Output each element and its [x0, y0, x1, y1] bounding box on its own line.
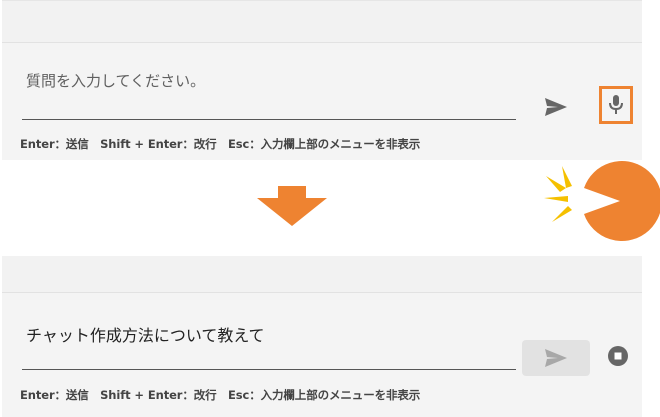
panel-header-strip [2, 0, 642, 43]
down-arrow-icon [257, 186, 327, 226]
pacman-icon [544, 161, 660, 241]
send-button-disabled[interactable] [522, 340, 590, 376]
chat-input-panel-before: 質問を入力してください。 Enter：送信 Shift + Enter：改行 E… [2, 0, 642, 160]
send-icon [545, 349, 567, 367]
chat-input-panel-after: チャット作成方法について教えて Enter：送信 Shift + Enter：改… [2, 256, 642, 417]
microphone-icon [609, 95, 623, 114]
send-button[interactable] [536, 92, 576, 122]
keyboard-hint: Enter：送信 Shift + Enter：改行 Esc：入力欄上部のメニュー… [20, 388, 421, 402]
panel-header-strip [2, 256, 642, 293]
keyboard-hint: Enter：送信 Shift + Enter：改行 Esc：入力欄上部のメニュー… [20, 137, 421, 151]
down-arrow [257, 186, 327, 232]
stop-button[interactable] [606, 344, 630, 368]
pacman-mascot [540, 158, 660, 248]
microphone-button[interactable] [599, 86, 633, 124]
chat-input[interactable] [22, 66, 516, 120]
stop-icon [608, 346, 628, 366]
send-icon [545, 98, 567, 116]
chat-input[interactable] [22, 316, 516, 370]
